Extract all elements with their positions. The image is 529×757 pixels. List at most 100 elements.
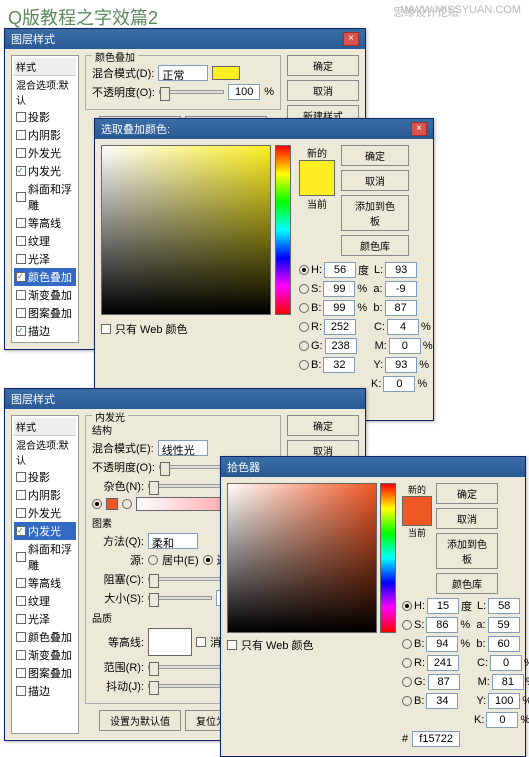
style-item-3[interactable]: 内发光 bbox=[14, 162, 76, 180]
style-item-6[interactable]: 纹理 bbox=[14, 592, 76, 610]
style-item-8[interactable]: 颜色叠加 bbox=[14, 628, 76, 646]
B-radio[interactable] bbox=[299, 303, 309, 313]
style-item-11[interactable]: 描边 bbox=[14, 322, 76, 340]
C-input[interactable]: 0 bbox=[490, 655, 522, 671]
style-item-9[interactable]: 渐变叠加 bbox=[14, 286, 76, 304]
hex-input[interactable]: f15722 bbox=[412, 731, 460, 747]
blend-mode-select[interactable]: 正常 bbox=[158, 65, 208, 81]
blend-options[interactable]: 混合选项:默认 bbox=[14, 436, 76, 468]
style-item-3[interactable]: 内发光 bbox=[14, 522, 76, 540]
style-checkbox[interactable] bbox=[16, 272, 26, 282]
add-swatch-button[interactable]: 添加到色板 bbox=[436, 533, 498, 569]
close-icon[interactable]: × bbox=[411, 122, 427, 136]
a-input[interactable]: -9 bbox=[385, 281, 417, 297]
color-field[interactable] bbox=[227, 483, 377, 633]
R-input[interactable]: 252 bbox=[324, 319, 356, 335]
titlebar[interactable]: 拾色器 bbox=[221, 457, 525, 477]
style-item-7[interactable]: 光泽 bbox=[14, 610, 76, 628]
style-checkbox[interactable] bbox=[16, 192, 26, 202]
style-checkbox[interactable] bbox=[16, 308, 26, 318]
opacity-slider[interactable] bbox=[159, 90, 224, 94]
style-item-0[interactable]: 投影 bbox=[14, 108, 76, 126]
glow-color-swatch[interactable] bbox=[106, 498, 118, 510]
style-item-4[interactable]: 斜面和浮雕 bbox=[14, 180, 76, 214]
L-input[interactable]: 58 bbox=[488, 598, 520, 614]
cancel-button[interactable]: 取消 bbox=[287, 80, 359, 101]
style-checkbox[interactable] bbox=[16, 578, 26, 588]
b-input[interactable]: 60 bbox=[488, 636, 520, 652]
style-checkbox[interactable] bbox=[16, 490, 26, 500]
R-radio[interactable] bbox=[402, 658, 412, 668]
center-radio[interactable] bbox=[148, 555, 158, 565]
style-item-2[interactable]: 外发光 bbox=[14, 504, 76, 522]
ok-button[interactable]: 确定 bbox=[287, 55, 359, 76]
contour-picker[interactable] bbox=[148, 628, 192, 656]
B-radio[interactable] bbox=[299, 360, 309, 370]
color-radio[interactable] bbox=[92, 499, 102, 509]
C-input[interactable]: 4 bbox=[387, 319, 419, 335]
style-item-4[interactable]: 斜面和浮雕 bbox=[14, 540, 76, 574]
H-radio[interactable] bbox=[402, 601, 412, 611]
style-checkbox[interactable] bbox=[16, 552, 26, 562]
ok-button[interactable]: 确定 bbox=[341, 145, 409, 166]
R-radio[interactable] bbox=[299, 322, 309, 332]
M-input[interactable]: 81 bbox=[492, 674, 524, 690]
close-icon[interactable]: × bbox=[343, 32, 359, 46]
H-radio[interactable] bbox=[299, 265, 309, 275]
color-lib-button[interactable]: 颜色库 bbox=[341, 235, 409, 256]
blend-mode-select[interactable]: 线性光 bbox=[158, 440, 208, 456]
noise-slider[interactable] bbox=[148, 484, 224, 488]
style-checkbox[interactable] bbox=[16, 472, 26, 482]
jitter-slider[interactable] bbox=[148, 684, 224, 688]
hue-slider[interactable] bbox=[275, 145, 291, 315]
S-radio[interactable] bbox=[402, 620, 412, 630]
style-checkbox[interactable] bbox=[16, 290, 26, 300]
H-input[interactable]: 56 bbox=[324, 262, 356, 278]
B-input[interactable]: 32 bbox=[323, 357, 355, 373]
overlay-color-swatch[interactable] bbox=[212, 66, 240, 80]
add-swatch-button[interactable]: 添加到色板 bbox=[341, 195, 409, 231]
style-checkbox[interactable] bbox=[16, 650, 26, 660]
hue-slider[interactable] bbox=[380, 483, 396, 633]
style-item-5[interactable]: 等高线 bbox=[14, 574, 76, 592]
K-input[interactable]: 0 bbox=[486, 712, 518, 728]
G-radio[interactable] bbox=[299, 341, 309, 351]
style-checkbox[interactable] bbox=[16, 112, 26, 122]
style-checkbox[interactable] bbox=[16, 326, 26, 336]
cancel-button[interactable]: 取消 bbox=[436, 508, 498, 529]
titlebar[interactable]: 图层样式 bbox=[5, 389, 365, 409]
style-checkbox[interactable] bbox=[16, 236, 26, 246]
style-item-1[interactable]: 内阴影 bbox=[14, 486, 76, 504]
edge-radio[interactable] bbox=[203, 555, 213, 565]
S-input[interactable]: 86 bbox=[426, 617, 458, 633]
gradient-radio[interactable] bbox=[122, 499, 132, 509]
B-radio[interactable] bbox=[402, 639, 412, 649]
B-input[interactable]: 94 bbox=[426, 636, 458, 652]
style-checkbox[interactable] bbox=[16, 686, 26, 696]
G-input[interactable]: 87 bbox=[428, 674, 460, 690]
style-item-9[interactable]: 渐变叠加 bbox=[14, 646, 76, 664]
R-input[interactable]: 241 bbox=[427, 655, 459, 671]
web-only-checkbox[interactable] bbox=[227, 640, 237, 650]
style-checkbox[interactable] bbox=[16, 668, 26, 678]
style-checkbox[interactable] bbox=[16, 632, 26, 642]
M-input[interactable]: 0 bbox=[389, 338, 421, 354]
style-checkbox[interactable] bbox=[16, 596, 26, 606]
style-checkbox[interactable] bbox=[16, 508, 26, 518]
style-checkbox[interactable] bbox=[16, 218, 26, 228]
color-lib-button[interactable]: 颜色库 bbox=[436, 573, 498, 594]
method-select[interactable]: 柔和 bbox=[148, 533, 198, 549]
H-input[interactable]: 15 bbox=[427, 598, 459, 614]
style-checkbox[interactable] bbox=[16, 254, 26, 264]
web-only-checkbox[interactable] bbox=[101, 324, 111, 334]
K-input[interactable]: 0 bbox=[383, 376, 415, 392]
Y-input[interactable]: 93 bbox=[385, 357, 417, 373]
B-radio[interactable] bbox=[402, 696, 412, 706]
G-input[interactable]: 238 bbox=[325, 338, 357, 354]
color-field[interactable] bbox=[101, 145, 271, 315]
opacity-input[interactable]: 100 bbox=[228, 84, 260, 100]
range-slider[interactable] bbox=[148, 665, 224, 669]
style-item-10[interactable]: 图案叠加 bbox=[14, 664, 76, 682]
style-checkbox[interactable] bbox=[16, 130, 26, 140]
B-input[interactable]: 34 bbox=[426, 693, 458, 709]
